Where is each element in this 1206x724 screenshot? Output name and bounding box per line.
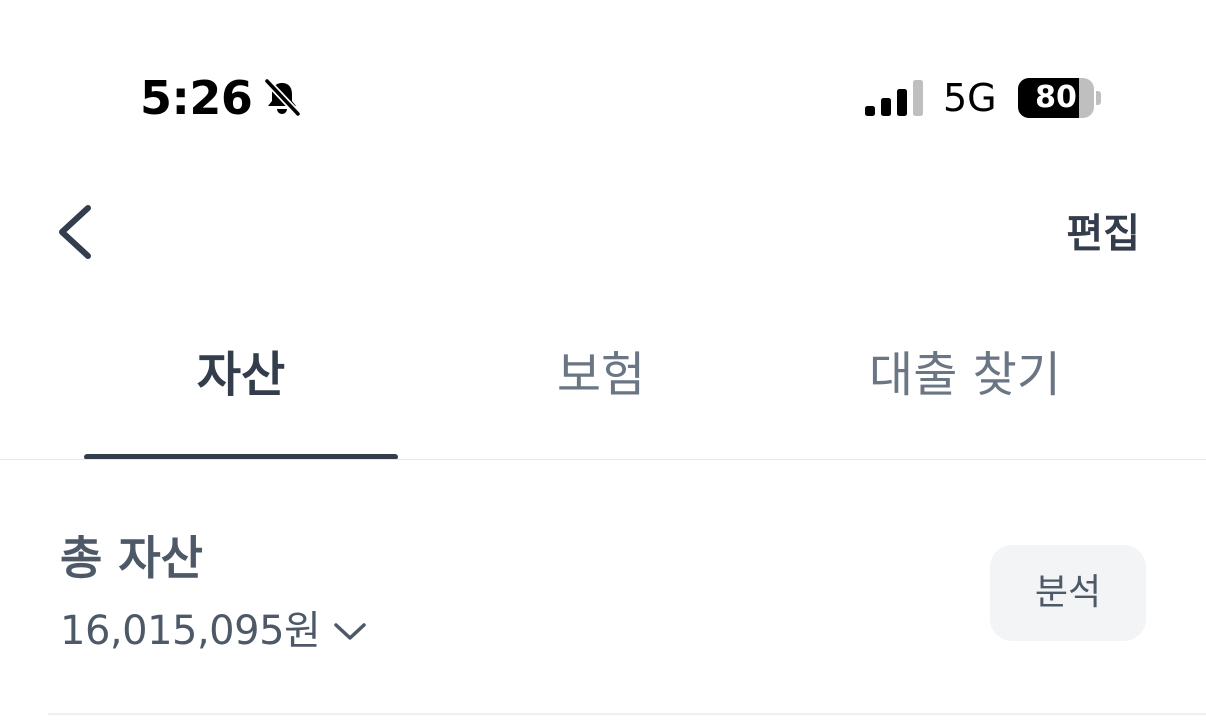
total-assets-amount-toggle[interactable]: 16,015,095원 [60, 603, 368, 659]
tab-insurance[interactable]: 보험 [444, 338, 758, 438]
battery-icon: 80 [1018, 78, 1102, 118]
network-type: 5G [943, 76, 997, 120]
battery-body: 80 [1018, 78, 1094, 118]
back-button[interactable] [50, 196, 110, 268]
edit-button[interactable]: 편집 [1066, 204, 1140, 264]
status-bar: 5:26 5G 80 [0, 0, 1206, 160]
chevron-down-icon [334, 623, 367, 640]
tab-assets[interactable]: 자산 [84, 338, 398, 438]
cellular-signal-icon [865, 80, 923, 116]
status-time: 5:26 [140, 71, 253, 125]
analysis-button[interactable]: 분석 [990, 545, 1146, 641]
total-assets-title: 총 자산 [60, 531, 203, 585]
total-assets-amount: 16,015,095원 [60, 608, 321, 654]
battery-cap [1096, 91, 1101, 105]
tab-bar: 자산 보험 대출 찾기 [0, 320, 1206, 460]
section-divider [48, 713, 1206, 715]
battery-percentage: 80 [1035, 80, 1077, 115]
bell-slash-icon [263, 78, 302, 118]
tab-find-loan[interactable]: 대출 찾기 [805, 338, 1125, 438]
tabs-divider [0, 459, 1206, 460]
chevron-left-icon [59, 205, 91, 259]
